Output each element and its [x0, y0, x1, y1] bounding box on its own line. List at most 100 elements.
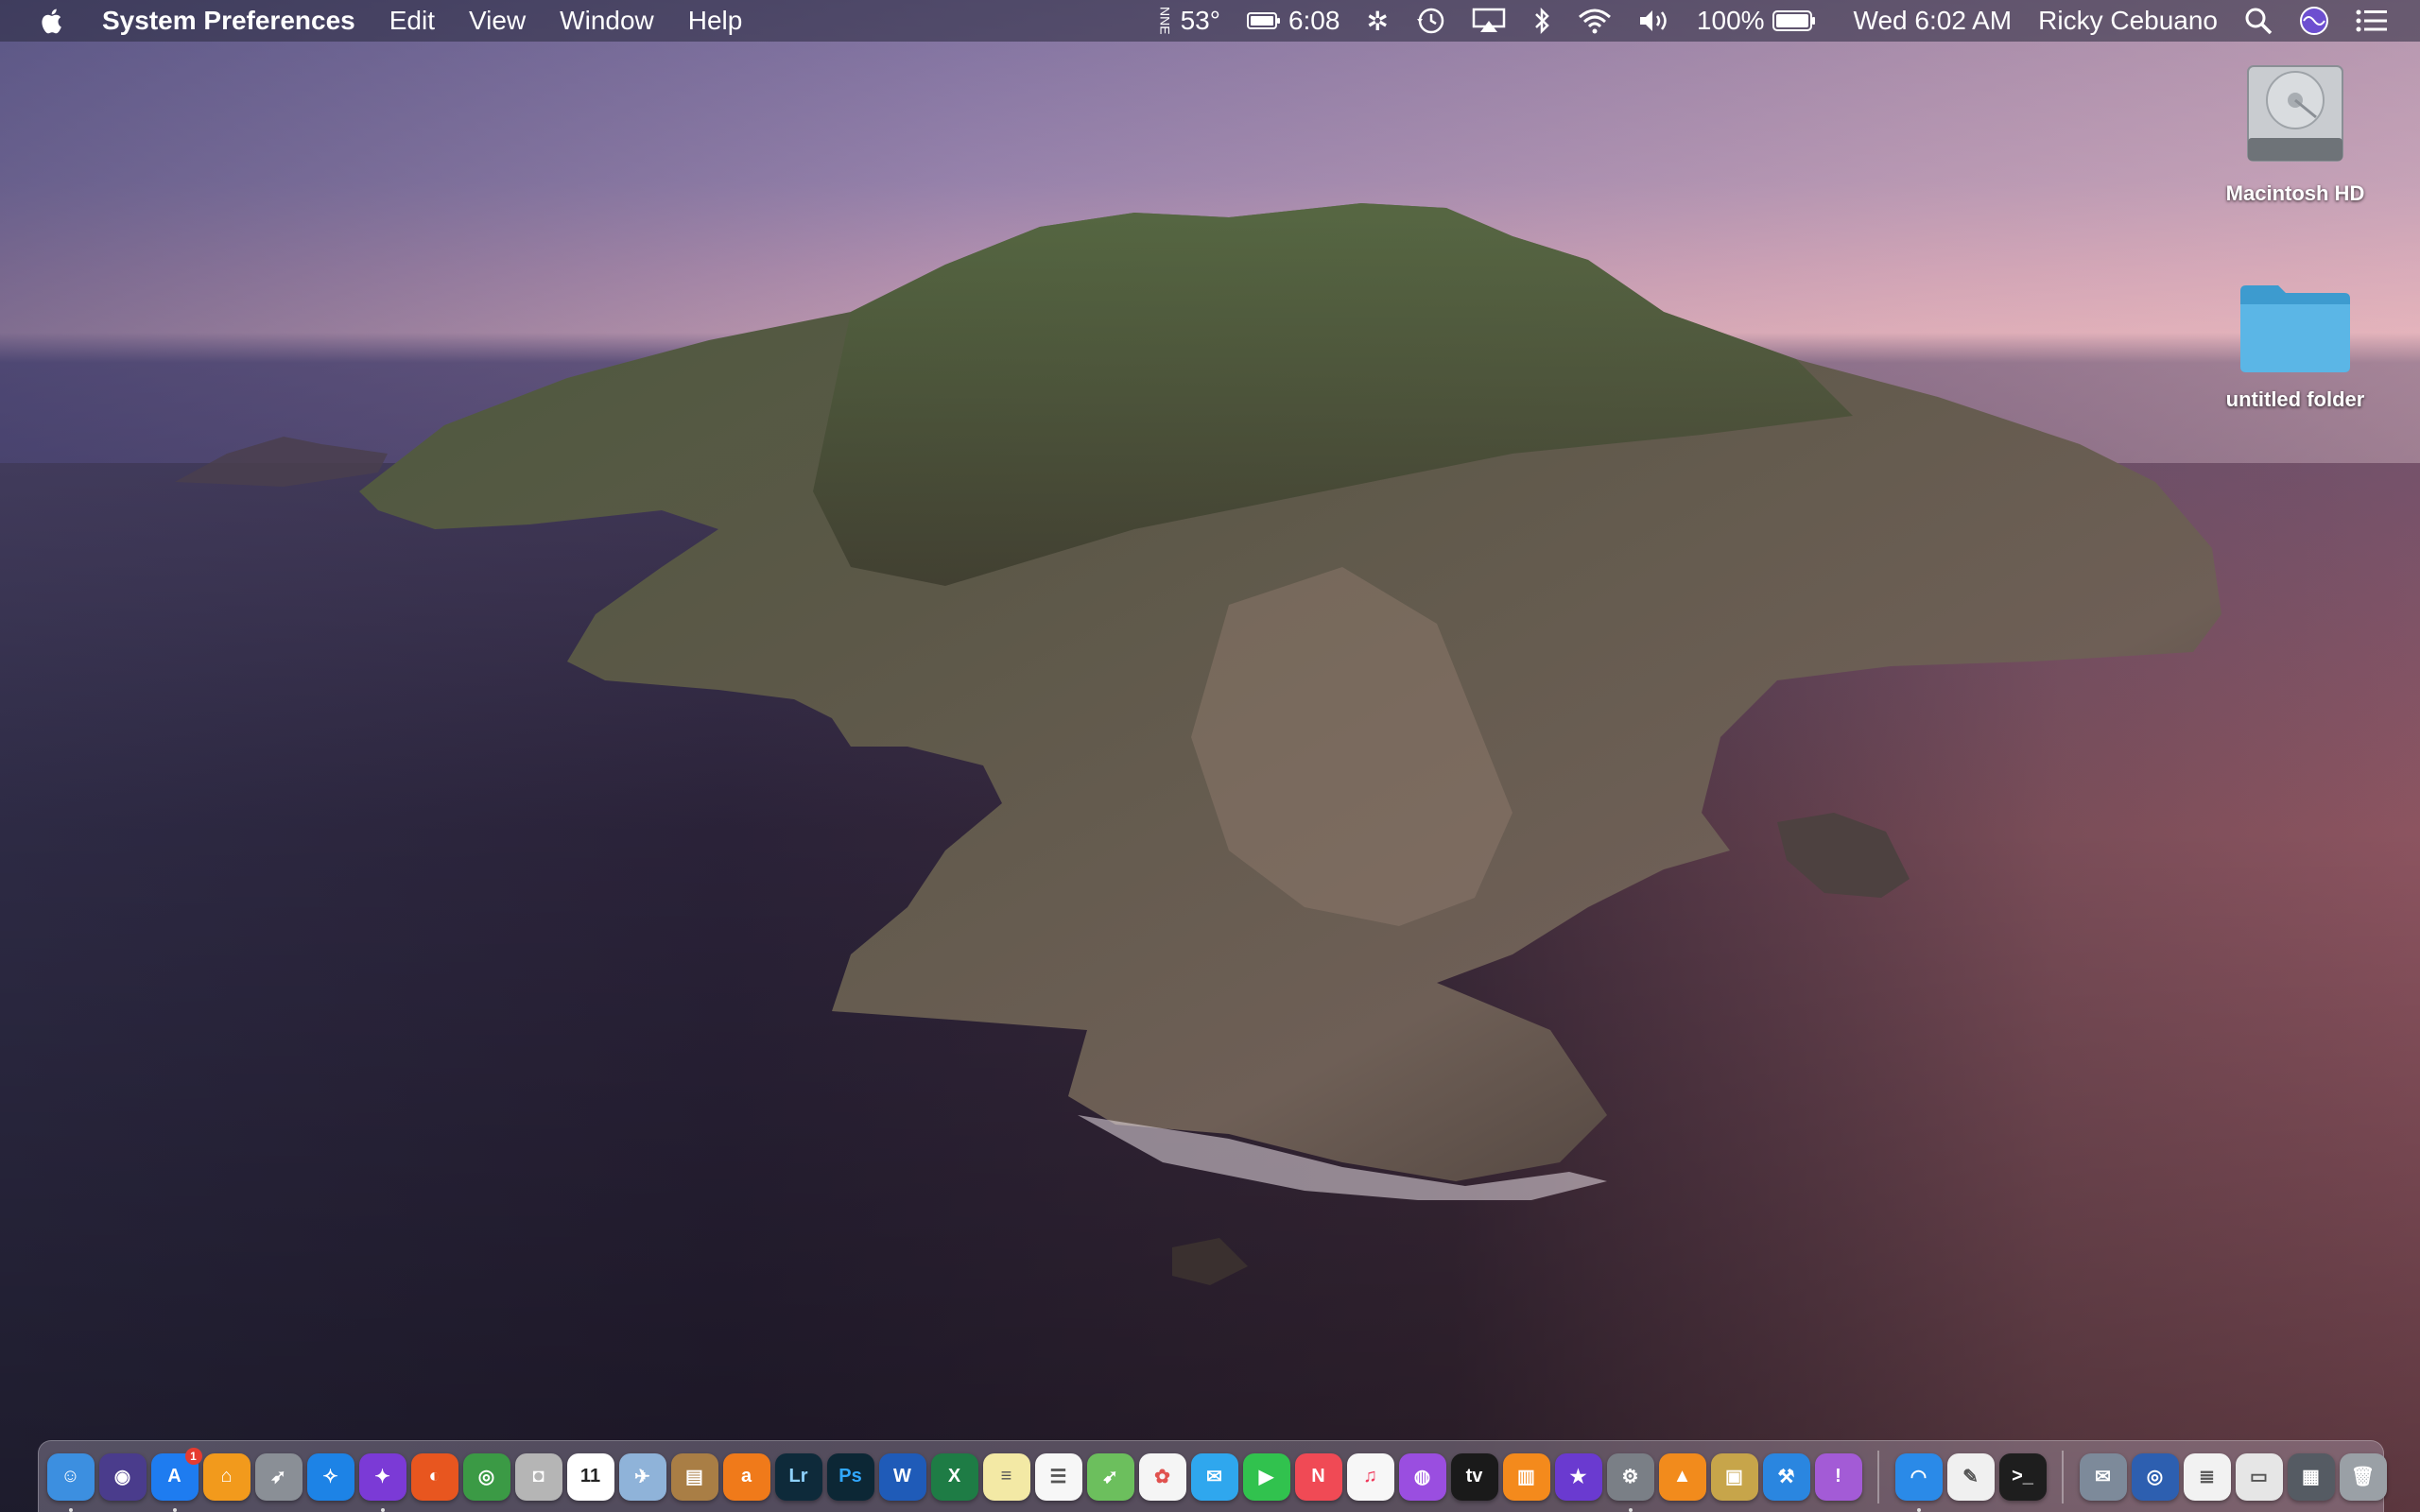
spotlight-button[interactable]: [2231, 0, 2286, 42]
dock-item-firefox[interactable]: ◐: [410, 1452, 458, 1501]
dock-item-photoshop[interactable]: Ps: [826, 1452, 874, 1501]
time-machine-icon: [1416, 8, 1444, 34]
dock-item-avast[interactable]: a: [722, 1452, 770, 1501]
home-icon: ⌂: [220, 1466, 233, 1486]
dock-item-feedback-assistant[interactable]: !: [1814, 1452, 1862, 1501]
document-1-icon: ≣: [2199, 1467, 2215, 1487]
network-radar-icon: ◎: [2146, 1467, 2164, 1487]
compass-icon: ✦: [374, 1467, 390, 1487]
dock-item-calendar[interactable]: 11: [566, 1452, 614, 1501]
dock-item-textedit[interactable]: ✎: [1946, 1452, 1995, 1501]
dock-item-trash[interactable]: 🗑: [2339, 1452, 2387, 1501]
airplay-icon: [1472, 8, 1506, 32]
dock-item-finder[interactable]: ☺: [46, 1452, 95, 1512]
app-store-icon: A: [167, 1466, 182, 1486]
dock-item-reminders[interactable]: ☰: [1034, 1452, 1082, 1501]
battery-time-status[interactable]: 6:08: [1234, 0, 1354, 42]
running-indicator: [380, 1507, 385, 1512]
menu-help[interactable]: Help: [671, 0, 760, 42]
dock-item-excel[interactable]: X: [930, 1452, 978, 1501]
tv-icon: tv: [1465, 1466, 1483, 1486]
menu-view[interactable]: View: [452, 0, 543, 42]
dock-item-preview[interactable]: ✈: [618, 1452, 666, 1501]
dock-item-safari[interactable]: ✧: [306, 1452, 354, 1501]
dock-item-facetime[interactable]: ▶: [1242, 1452, 1290, 1501]
running-indicator: [68, 1507, 73, 1512]
menu-window[interactable]: Window: [543, 0, 671, 42]
running-indicator: [172, 1507, 177, 1512]
dock-item-vlc[interactable]: ▲: [1658, 1452, 1706, 1501]
battery-status[interactable]: 100%: [1684, 0, 1829, 42]
dock-item-wireless-diagnostics[interactable]: ◠: [1894, 1452, 1943, 1512]
dock-item-archive-utility[interactable]: ▤: [670, 1452, 718, 1501]
user-menu[interactable]: Ricky Cebuano: [2025, 0, 2231, 42]
dock-item-mail-bird[interactable]: ✉: [2079, 1452, 2127, 1501]
dock-item-word[interactable]: W: [878, 1452, 926, 1501]
desktop-icon-macintosh-hd[interactable]: Macintosh HD: [2220, 59, 2371, 206]
time-machine-status[interactable]: [1402, 0, 1459, 42]
dock-item-screen-capture[interactable]: ▦: [2287, 1452, 2335, 1501]
app-menu-system-preferences[interactable]: System Preferences: [85, 0, 372, 42]
airplay-status[interactable]: [1459, 0, 1519, 42]
firefox-icon: ◐: [428, 1466, 441, 1486]
dock-item-photos[interactable]: ✿: [1138, 1452, 1186, 1501]
word-icon: W: [893, 1466, 911, 1486]
weather-icon: NNE: [1157, 7, 1173, 35]
dock-item-screenshot[interactable]: ◘: [514, 1452, 562, 1501]
dock-item-lightroom[interactable]: Lr: [774, 1452, 822, 1501]
dock-item-chrome[interactable]: ◎: [462, 1452, 510, 1501]
dock-item-podcasts[interactable]: ◍: [1398, 1452, 1446, 1501]
dock-item-document-1[interactable]: ≣: [2183, 1452, 2231, 1501]
dock-item-terminal[interactable]: >_: [1998, 1452, 2047, 1501]
dock-item-system-preferences[interactable]: ⚙: [1606, 1452, 1654, 1512]
dock-item-home[interactable]: ⌂: [202, 1452, 251, 1501]
weather-status[interactable]: NNE 53°: [1145, 0, 1234, 42]
dock-item-app-store[interactable]: A1: [150, 1447, 202, 1512]
running-indicator: [1628, 1507, 1633, 1512]
search-icon: [2245, 8, 2273, 35]
desktop-icon-untitled-folder[interactable]: untitled folder: [2220, 280, 2371, 412]
menu-bar: System Preferences Edit View Window Help…: [0, 0, 2420, 42]
cat-status-item[interactable]: ✲: [1353, 0, 1401, 42]
dock-item-imovie[interactable]: ★: [1554, 1452, 1602, 1501]
dock-item-document-2[interactable]: ▭: [2235, 1452, 2283, 1501]
dock-item-compass[interactable]: ✦: [358, 1452, 406, 1512]
dock-item-tv[interactable]: tv: [1450, 1452, 1498, 1501]
siri-button[interactable]: [2286, 0, 2342, 42]
dock-item-launchpad[interactable]: ➶: [254, 1452, 302, 1501]
dock-separator: [1877, 1450, 1879, 1503]
document-2-icon: ▭: [2250, 1467, 2268, 1487]
dock-item-preview-image[interactable]: ▣: [1710, 1452, 1758, 1501]
clock[interactable]: Wed 6:02 AM: [1829, 0, 2026, 42]
dock-item-books[interactable]: ▥: [1502, 1452, 1550, 1501]
screen-capture-icon: ▦: [2302, 1467, 2320, 1487]
facetime-icon: ▶: [1258, 1467, 1274, 1487]
weather-temp: 53°: [1180, 6, 1220, 35]
terminal-icon: >_: [2012, 1466, 2033, 1486]
desktop[interactable]: [0, 0, 2420, 1512]
chrome-icon: ◎: [477, 1467, 495, 1487]
bluetooth-icon: [1535, 7, 1549, 35]
hard-drive-icon: [2247, 65, 2343, 162]
dock-item-music[interactable]: ♫: [1346, 1452, 1394, 1501]
reminders-icon: ☰: [1049, 1467, 1067, 1487]
battery-full-icon: [1772, 10, 1815, 31]
bluetooth-status[interactable]: [1519, 0, 1564, 42]
notification-center-button[interactable]: [2342, 0, 2420, 42]
menu-edit[interactable]: Edit: [372, 0, 452, 42]
running-indicator: [1916, 1507, 1921, 1512]
dock-item-siri[interactable]: ◉: [98, 1452, 147, 1501]
siri-icon: [2300, 7, 2328, 35]
apple-menu[interactable]: [0, 0, 85, 42]
wifi-status[interactable]: [1564, 0, 1625, 42]
dock-item-news[interactable]: N: [1294, 1452, 1342, 1501]
dock-item-messages[interactable]: ✉: [1190, 1452, 1238, 1501]
cat-icon: ✲: [1366, 6, 1389, 36]
dock-item-network-radar[interactable]: ◎: [2131, 1452, 2179, 1501]
dock-item-xcode[interactable]: ⚒: [1762, 1452, 1810, 1501]
dock-item-notes[interactable]: ≡: [982, 1452, 1030, 1501]
volume-status[interactable]: [1625, 0, 1684, 42]
speaker-icon: [1639, 10, 1667, 31]
dock-item-maps[interactable]: ➹: [1086, 1452, 1134, 1501]
messages-icon: ✉: [1206, 1467, 1222, 1487]
